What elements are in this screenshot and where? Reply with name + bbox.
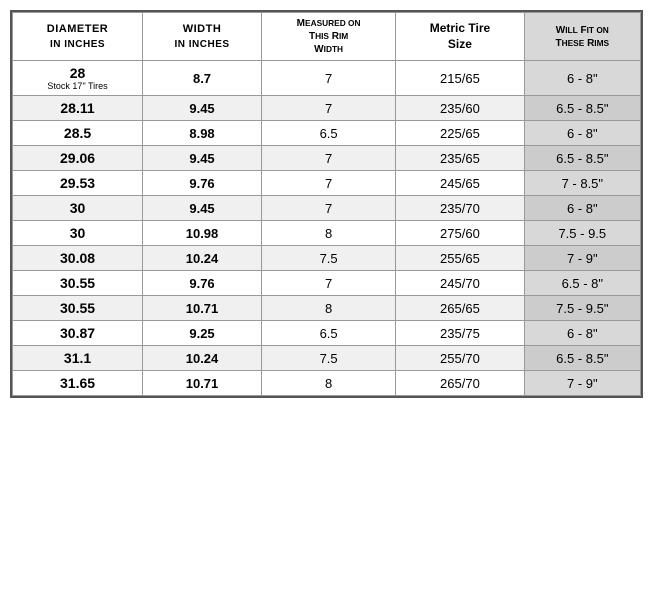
header-diameter: DIAMETERIN INCHES [13,13,143,61]
table-row: 31.110.247.5255/706.5 - 8.5" [13,346,641,371]
measured-cell: 7.5 [261,346,395,371]
width-cell: 9.76 [143,271,262,296]
metric-cell: 215/65 [396,61,524,96]
will-fit-cell: 6.5 - 8.5" [524,146,640,171]
diameter-cell: 30 [13,221,143,246]
measured-cell: 7 [261,196,395,221]
table-row: 28.58.986.5225/656 - 8" [13,121,641,146]
measured-cell: 7 [261,96,395,121]
table-row: 3010.988275/607.5 - 9.5 [13,221,641,246]
measured-cell: 7 [261,171,395,196]
will-fit-cell: 6.5 - 8.5" [524,96,640,121]
measured-cell: 6.5 [261,121,395,146]
metric-cell: 235/60 [396,96,524,121]
metric-cell: 275/60 [396,221,524,246]
will-fit-cell: 6 - 8" [524,196,640,221]
diameter-cell: 29.06 [13,146,143,171]
diameter-cell: 31.1 [13,346,143,371]
metric-cell: 265/65 [396,296,524,321]
will-fit-cell: 6 - 8" [524,61,640,96]
measured-cell: 6.5 [261,321,395,346]
header-will-fit: WILL FIT ONTHESE RIMS [524,13,640,61]
metric-cell: 225/65 [396,121,524,146]
table-row: 28Stock 17" Tires8.77215/656 - 8" [13,61,641,96]
width-cell: 9.45 [143,96,262,121]
will-fit-cell: 7 - 9" [524,371,640,396]
header-width: WIDTHIN INCHES [143,13,262,61]
width-cell: 9.45 [143,196,262,221]
width-cell: 10.24 [143,246,262,271]
width-cell: 9.76 [143,171,262,196]
width-cell: 8.98 [143,121,262,146]
table-row: 29.539.767245/657 - 8.5" [13,171,641,196]
width-cell: 8.7 [143,61,262,96]
will-fit-cell: 6 - 8" [524,321,640,346]
metric-cell: 255/70 [396,346,524,371]
table-row: 309.457235/706 - 8" [13,196,641,221]
will-fit-cell: 6.5 - 8.5" [524,346,640,371]
table-row: 30.559.767245/706.5 - 8" [13,271,641,296]
metric-cell: 245/70 [396,271,524,296]
will-fit-cell: 6.5 - 8" [524,271,640,296]
metric-cell: 255/65 [396,246,524,271]
measured-cell: 7 [261,146,395,171]
width-cell: 9.25 [143,321,262,346]
metric-cell: 245/65 [396,171,524,196]
metric-cell: 265/70 [396,371,524,396]
diameter-cell: 30.55 [13,271,143,296]
header-measured: MEASURED ONTHIS RIMWIDTH [261,13,395,61]
diameter-cell: 29.53 [13,171,143,196]
diameter-cell: 28.11 [13,96,143,121]
width-cell: 10.71 [143,371,262,396]
diameter-cell: 31.65 [13,371,143,396]
diameter-cell: 30.55 [13,296,143,321]
diameter-cell: 28Stock 17" Tires [13,61,143,96]
table-row: 29.069.457235/656.5 - 8.5" [13,146,641,171]
will-fit-cell: 7 - 9" [524,246,640,271]
diameter-cell: 30 [13,196,143,221]
diameter-cell: 30.87 [13,321,143,346]
measured-cell: 7 [261,61,395,96]
width-cell: 10.71 [143,296,262,321]
header-metric: Metric TireSize [396,13,524,61]
width-cell: 9.45 [143,146,262,171]
tire-size-table: DIAMETERIN INCHES WIDTHIN INCHES MEASURE… [10,10,643,398]
metric-cell: 235/70 [396,196,524,221]
measured-cell: 8 [261,221,395,246]
measured-cell: 7.5 [261,246,395,271]
table-row: 31.6510.718265/707 - 9" [13,371,641,396]
measured-cell: 8 [261,296,395,321]
table-row: 28.119.457235/606.5 - 8.5" [13,96,641,121]
table-row: 30.5510.718265/657.5 - 9.5" [13,296,641,321]
width-cell: 10.98 [143,221,262,246]
will-fit-cell: 7 - 8.5" [524,171,640,196]
diameter-cell: 30.08 [13,246,143,271]
will-fit-cell: 6 - 8" [524,121,640,146]
measured-cell: 7 [261,271,395,296]
metric-cell: 235/65 [396,146,524,171]
table-row: 30.879.256.5235/756 - 8" [13,321,641,346]
diameter-cell: 28.5 [13,121,143,146]
width-cell: 10.24 [143,346,262,371]
metric-cell: 235/75 [396,321,524,346]
measured-cell: 8 [261,371,395,396]
will-fit-cell: 7.5 - 9.5" [524,296,640,321]
will-fit-cell: 7.5 - 9.5 [524,221,640,246]
table-row: 30.0810.247.5255/657 - 9" [13,246,641,271]
